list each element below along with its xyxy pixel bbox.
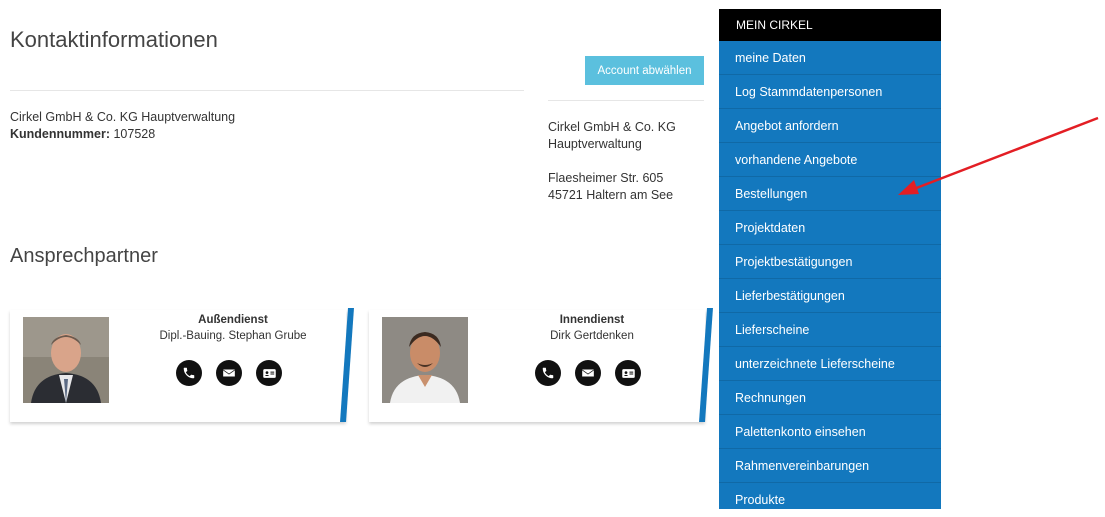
customer-number: Kundennummer: 107528 bbox=[10, 127, 155, 141]
contact-name: Dirk Gertdenken bbox=[550, 330, 634, 342]
contact-card: Innendienst Dirk Gertdenken bbox=[369, 308, 713, 422]
address-company-line: Hauptverwaltung bbox=[548, 137, 642, 151]
sidebar-item-produkte[interactable]: Produkte bbox=[719, 483, 941, 517]
contact-photo bbox=[382, 317, 468, 403]
address-street: Flaesheimer Str. 605 bbox=[548, 171, 664, 185]
vcard-icon[interactable] bbox=[615, 360, 641, 386]
contact-info-heading: Kontaktinformationen bbox=[10, 27, 218, 52]
envelope-icon[interactable] bbox=[216, 360, 242, 386]
card-accent-stripe bbox=[699, 308, 713, 422]
contact-name: Dipl.-Bauing. Stephan Grube bbox=[159, 330, 307, 342]
divider bbox=[548, 100, 704, 101]
envelope-icon[interactable] bbox=[575, 360, 601, 386]
sidebar-item-palettenkonto[interactable]: Palettenkonto einsehen bbox=[719, 415, 941, 449]
sidebar-item-projektbestaetigungen[interactable]: Projektbestätigungen bbox=[719, 245, 941, 279]
phone-icon[interactable] bbox=[176, 360, 202, 386]
card-accent-stripe bbox=[340, 308, 354, 422]
customer-number-label: Kundennummer: bbox=[10, 127, 110, 141]
contact-role: Innendienst bbox=[559, 314, 625, 326]
company-name: Cirkel GmbH & Co. KG Hauptverwaltung bbox=[10, 110, 236, 124]
sidebar-item-lieferscheine[interactable]: Lieferscheine bbox=[719, 313, 941, 347]
phone-icon[interactable] bbox=[535, 360, 561, 386]
address-city: 45721 Haltern am See bbox=[548, 188, 674, 202]
sidebar-item-projektdaten[interactable]: Projektdaten bbox=[719, 211, 941, 245]
address-company-line: Cirkel GmbH & Co. KG bbox=[548, 120, 676, 134]
customer-number-value: 107528 bbox=[110, 127, 156, 141]
contacts-heading: Ansprechpartner bbox=[10, 245, 158, 267]
sidebar-item-rahmenvereinbarungen[interactable]: Rahmenvereinbarungen bbox=[719, 449, 941, 483]
contact-role: Außendienst bbox=[198, 314, 268, 326]
sidebar-item-lieferbestaetigungen[interactable]: Lieferbestätigungen bbox=[719, 279, 941, 313]
sidebar-item-unterzeichnete-lieferscheine[interactable]: unterzeichnete Lieferscheine bbox=[719, 347, 941, 381]
annotation-arrow-icon bbox=[898, 116, 1099, 195]
contact-card: Außendienst Dipl.-Bauing. Stephan Grube bbox=[10, 308, 354, 422]
divider bbox=[10, 90, 524, 91]
vcard-icon[interactable] bbox=[256, 360, 282, 386]
sidebar-item-rechnungen[interactable]: Rechnungen bbox=[719, 381, 941, 415]
contact-photo bbox=[23, 317, 109, 403]
sidebar-item-meine-daten[interactable]: meine Daten bbox=[719, 41, 941, 75]
sidebar-title: MEIN CIRKEL bbox=[719, 9, 941, 41]
deselect-account-button[interactable]: Account abwählen bbox=[585, 56, 704, 85]
